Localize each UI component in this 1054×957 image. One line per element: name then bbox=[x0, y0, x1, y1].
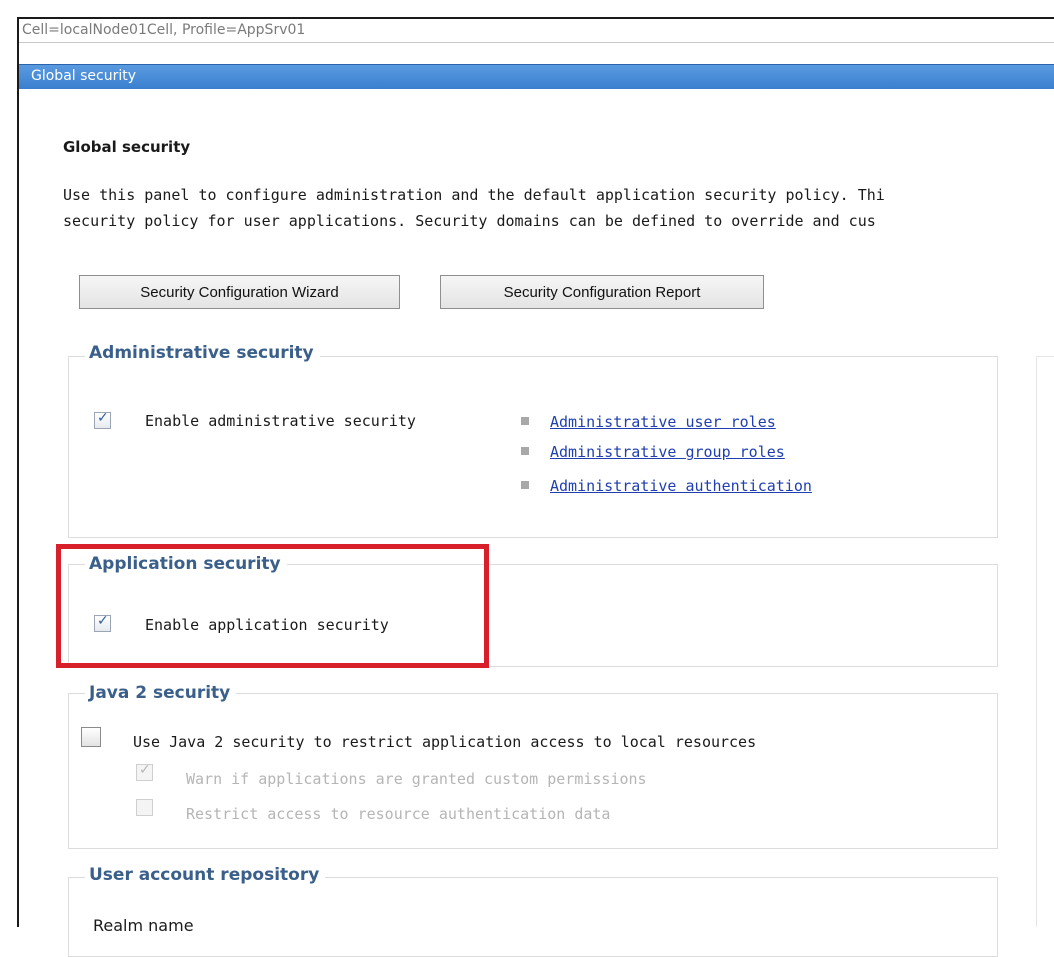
page-title: Global security bbox=[63, 138, 191, 156]
security-configuration-report-button[interactable]: Security Configuration Report bbox=[440, 275, 764, 309]
breadcrumb-divider bbox=[19, 42, 1054, 43]
bullet-icon bbox=[521, 417, 529, 425]
administrative-security-legend: Administrative security bbox=[85, 343, 320, 363]
administrative-security-group: Administrative security Enable administr… bbox=[68, 343, 998, 538]
frame-border-top bbox=[17, 17, 1054, 19]
security-configuration-wizard-button[interactable]: Security Configuration Wizard bbox=[79, 275, 400, 309]
breadcrumb: Cell=localNode01Cell, Profile=AppSrv01 bbox=[22, 22, 306, 38]
description-line-2: security policy for user applications. S… bbox=[63, 212, 876, 230]
panel-description: Use this panel to configure administrati… bbox=[63, 182, 1054, 234]
administrative-user-roles-link[interactable]: Administrative user roles bbox=[550, 413, 776, 431]
panel-titlebar-label: Global security bbox=[31, 68, 137, 84]
highlight-annotation-box bbox=[56, 544, 489, 668]
use-java2-security-checkbox[interactable] bbox=[81, 727, 101, 747]
description-line-1: Use this panel to configure administrati… bbox=[63, 186, 885, 204]
restrict-resource-auth-label: Restrict access to resource authenticati… bbox=[186, 805, 611, 823]
administrative-authentication-link[interactable]: Administrative authentication bbox=[550, 477, 812, 495]
bullet-icon bbox=[521, 447, 529, 455]
realm-name-label: Realm name bbox=[93, 916, 194, 935]
java2-security-legend: Java 2 security bbox=[85, 683, 237, 703]
restrict-resource-auth-checkbox[interactable] bbox=[136, 799, 153, 816]
browser-frame: Cell=localNode01Cell, Profile=AppSrv01 G… bbox=[0, 0, 1054, 957]
bullet-icon bbox=[521, 481, 529, 489]
panel-titlebar: Global security bbox=[19, 64, 1054, 89]
user-account-repository-group: User account repository Realm name bbox=[68, 865, 998, 957]
warn-custom-permissions-label: Warn if applications are granted custom … bbox=[186, 770, 647, 788]
frame-border-left bbox=[17, 18, 19, 927]
enable-administrative-security-checkbox[interactable] bbox=[94, 410, 111, 429]
use-java2-security-label: Use Java 2 security to restrict applicat… bbox=[133, 733, 757, 751]
java2-security-group: Java 2 security Use Java 2 security to r… bbox=[68, 683, 998, 849]
administrative-group-roles-link[interactable]: Administrative group roles bbox=[550, 443, 785, 461]
enable-administrative-security-label: Enable administrative security bbox=[145, 412, 416, 430]
warn-custom-permissions-checkbox[interactable] bbox=[136, 762, 153, 781]
user-account-repository-legend: User account repository bbox=[85, 865, 326, 885]
side-panel-edge bbox=[1036, 356, 1054, 927]
